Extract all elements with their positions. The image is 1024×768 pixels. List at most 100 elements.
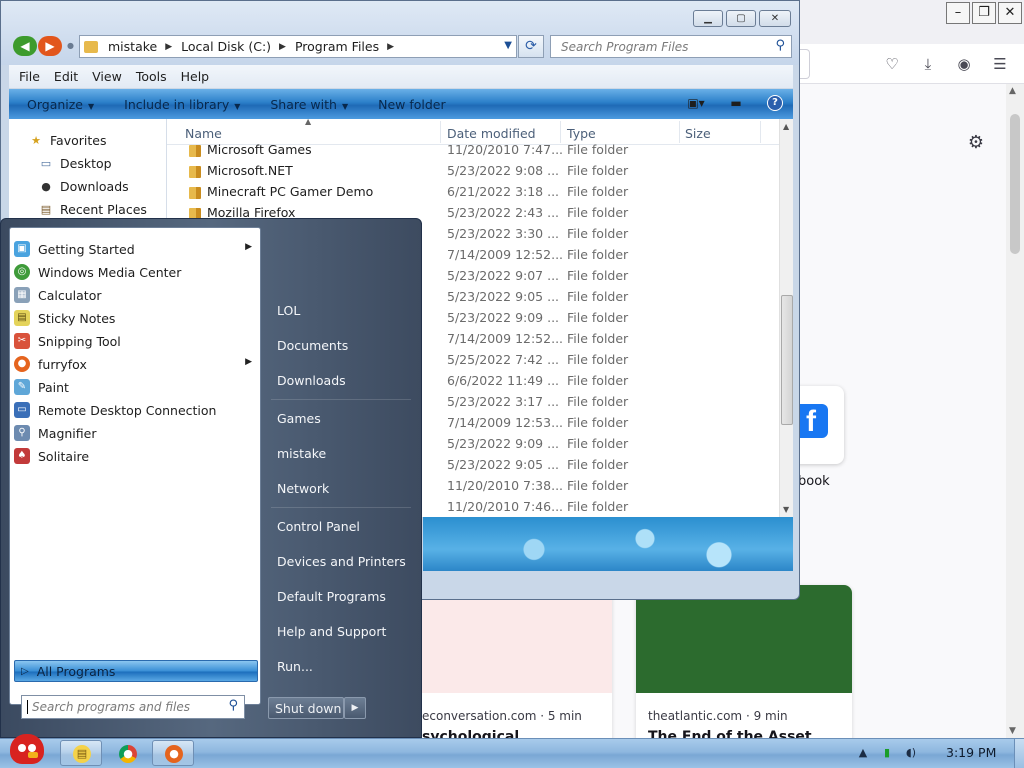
scroll-down-icon[interactable]: ▼	[1009, 726, 1016, 736]
story-card[interactable]: theatlantic.com · 9 min The End of the A…	[636, 585, 852, 745]
scroll-down-icon[interactable]: ▼	[783, 505, 789, 514]
volume-icon[interactable]: ◖)	[904, 746, 918, 760]
submenu-arrow-icon[interactable]: ▶	[245, 242, 252, 252]
taskbar-firefox-button[interactable]: ●	[152, 740, 194, 766]
start-place-mistake[interactable]: mistake	[277, 446, 326, 461]
start-place-control-panel[interactable]: Control Panel	[277, 519, 360, 534]
nav-item-recent-places[interactable]: ▤ Recent Places	[39, 202, 147, 217]
start-program-item[interactable]: ● furryfox ▶	[14, 353, 258, 375]
column-header-size[interactable]: Size	[685, 126, 711, 141]
file-list-scrollbar[interactable]: ▲ ▼	[779, 119, 793, 517]
all-programs-button[interactable]: ▷ All Programs	[14, 660, 258, 682]
taskbar-chrome-button[interactable]: ●	[106, 740, 148, 766]
start-place-devices-and-printers[interactable]: Devices and Printers	[277, 554, 406, 569]
nav-item-favorites[interactable]: ★ Favorites	[29, 133, 106, 148]
divider	[271, 507, 411, 508]
hamburger-menu-icon[interactable]: ☰	[990, 54, 1010, 74]
include-in-library-button[interactable]: Include in library ▼	[124, 97, 240, 112]
start-place-default-programs[interactable]: Default Programs	[277, 589, 386, 604]
search-icon[interactable]: ⚲	[775, 38, 785, 53]
chevron-right-icon[interactable]: ▶	[165, 42, 172, 52]
start-place-downloads[interactable]: Downloads	[277, 373, 346, 388]
view-options-icon[interactable]: ▣▾	[687, 95, 705, 111]
file-date: 5/23/2022 9:05 ...	[447, 457, 560, 472]
column-header-type[interactable]: Type	[567, 126, 596, 141]
file-type: File folder	[567, 205, 629, 220]
new-folder-button[interactable]: New folder	[378, 97, 446, 112]
start-search-input[interactable]: Search programs and files ⚲	[21, 695, 245, 719]
account-icon[interactable]: ◉	[954, 54, 974, 74]
start-program-item[interactable]: ✎ Paint	[14, 376, 258, 398]
start-place-documents[interactable]: Documents	[277, 338, 348, 353]
magnifier-icon: ⚲	[14, 425, 30, 441]
table-row[interactable]: Minecraft PC Gamer Demo 6/21/2022 3:18 ..…	[167, 182, 779, 203]
start-place-run[interactable]: Run...	[277, 659, 313, 674]
share-with-button[interactable]: Share with ▼	[270, 97, 348, 112]
nav-item-downloads[interactable]: ● Downloads	[39, 179, 128, 194]
scrollbar-thumb[interactable]	[781, 295, 793, 425]
search-icon[interactable]: ⚲	[228, 698, 238, 713]
file-type: File folder	[567, 184, 629, 199]
restore-icon[interactable]: ❐	[972, 2, 996, 24]
start-program-item[interactable]: ▣ Getting Started ▶	[14, 238, 258, 260]
show-desktop-button[interactable]	[1014, 739, 1024, 768]
battery-icon[interactable]: ▮	[880, 746, 894, 760]
close-icon[interactable]: ✕	[759, 10, 791, 27]
start-place-network[interactable]: Network	[277, 481, 329, 496]
start-program-item[interactable]: ▦ Calculator	[14, 284, 258, 306]
scroll-up-icon[interactable]: ▲	[1009, 86, 1016, 96]
address-crumb[interactable]: Local Disk (C:)	[181, 39, 271, 54]
start-place-lol[interactable]: LOL	[277, 303, 300, 318]
minimize-icon[interactable]: ▁	[693, 10, 723, 27]
shutdown-options-icon[interactable]: ▶	[344, 697, 366, 719]
table-row[interactable]: Microsoft.NET 5/23/2022 9:08 ... File fold…	[167, 161, 779, 182]
start-program-item[interactable]: ▭ Remote Desktop Connection	[14, 399, 258, 421]
column-header-date[interactable]: Date modified	[447, 126, 536, 141]
start-place-games[interactable]: Games	[277, 411, 321, 426]
minimize-icon[interactable]: –	[946, 2, 970, 24]
menu-tools[interactable]: Tools	[136, 69, 167, 84]
page-scrollbar[interactable]: ▲ ▼	[1006, 84, 1024, 738]
close-icon[interactable]: ✕	[998, 2, 1022, 24]
search-input[interactable]: Search Program Files ⚲	[550, 35, 792, 58]
forward-arrow-icon[interactable]: ▶	[38, 36, 62, 56]
submenu-arrow-icon[interactable]: ▶	[245, 357, 252, 367]
taskbar-clock[interactable]: 3:19 PM	[946, 745, 996, 760]
start-button[interactable]	[4, 732, 48, 768]
story-card[interactable]: econversation.com · 5 min sychological	[410, 585, 612, 745]
menu-file[interactable]: File	[19, 69, 40, 84]
start-program-item[interactable]: ✂ Snipping Tool	[14, 330, 258, 352]
refresh-icon[interactable]: ⟳	[518, 35, 544, 58]
address-bar[interactable]: mistake ▶ Local Disk (C:) ▶ Program File…	[79, 35, 517, 58]
organize-button[interactable]: Organize ▼	[27, 97, 94, 112]
chevron-right-icon[interactable]: ▶	[387, 42, 394, 52]
preview-pane-icon[interactable]: ▬	[727, 95, 745, 111]
nav-item-desktop[interactable]: ▭ Desktop	[39, 156, 112, 171]
menu-view[interactable]: View	[92, 69, 122, 84]
address-crumb[interactable]: mistake	[108, 39, 157, 54]
scroll-up-icon[interactable]: ▲	[783, 122, 789, 131]
start-program-item[interactable]: ◎ Windows Media Center	[14, 261, 258, 283]
gear-icon[interactable]: ⚙	[964, 132, 988, 156]
table-row[interactable]: Microsoft Games 11/20/2010 7:47... File fo…	[167, 140, 779, 161]
recent-pages-dropdown-icon[interactable]: ●	[67, 41, 74, 50]
chevron-down-icon[interactable]: ▼	[504, 40, 512, 51]
taskbar-explorer-button[interactable]: ▤	[60, 740, 102, 766]
download-icon[interactable]: ⤓	[918, 54, 938, 74]
menu-help[interactable]: Help	[181, 69, 210, 84]
scrollbar-thumb[interactable]	[1010, 114, 1020, 254]
start-program-item[interactable]: ⚲ Magnifier	[14, 422, 258, 444]
address-crumb[interactable]: Program Files	[295, 39, 379, 54]
show-hidden-icons-icon[interactable]: ▲	[856, 746, 870, 760]
start-program-item[interactable]: ♠ Solitaire	[14, 445, 258, 467]
start-place-help-and-support[interactable]: Help and Support	[277, 624, 386, 639]
chevron-right-icon[interactable]: ▶	[279, 42, 286, 52]
maximize-icon[interactable]: ▢	[726, 10, 756, 27]
column-header-name[interactable]: Name	[185, 126, 222, 141]
back-arrow-icon[interactable]: ◀	[13, 36, 37, 56]
pocket-icon[interactable]: ♡	[882, 54, 902, 74]
help-icon[interactable]: ?	[767, 95, 783, 111]
start-program-item[interactable]: ▤ Sticky Notes	[14, 307, 258, 329]
shutdown-button[interactable]: Shut down	[268, 697, 344, 719]
menu-edit[interactable]: Edit	[54, 69, 78, 84]
